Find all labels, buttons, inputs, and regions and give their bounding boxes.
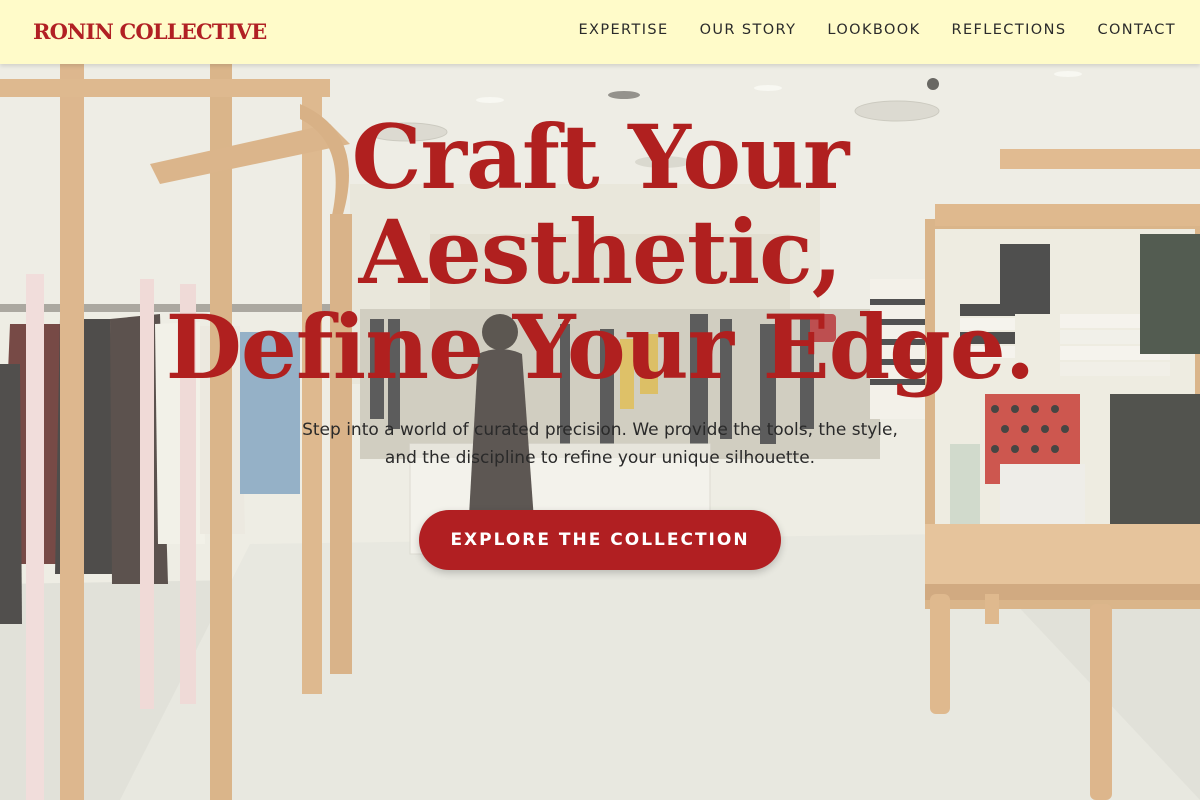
hero-headline: Craft Your Aesthetic, Define Your Edge.: [0, 110, 1200, 395]
nav-link-contact[interactable]: CONTACT: [1097, 22, 1176, 38]
nav-link-expertise[interactable]: EXPERTISE: [578, 22, 668, 38]
hero-subtitle: Step into a world of curated precision. …: [250, 416, 950, 472]
site-header: RONIN COLLECTIVE EXPERTISE OUR STORY LOO…: [0, 0, 1200, 64]
subtitle-line-2: and the discipline to refine your unique…: [384, 448, 816, 468]
nav-link-our-story[interactable]: OUR STORY: [700, 22, 797, 38]
headline-line-3: Define Your Edge.: [165, 295, 1036, 399]
main-nav: EXPERTISE OUR STORY LOOKBOOK REFLECTIONS…: [578, 22, 1176, 38]
subtitle-line-1: Step into a world of curated precision. …: [302, 420, 898, 440]
headline-line-1: Craft Your: [351, 105, 850, 209]
nav-link-lookbook[interactable]: LOOKBOOK: [827, 22, 920, 38]
nav-link-reflections[interactable]: REFLECTIONS: [951, 22, 1066, 38]
brand-logo[interactable]: RONIN COLLECTIVE: [33, 19, 267, 44]
explore-collection-button[interactable]: EXPLORE THE COLLECTION: [419, 510, 781, 570]
headline-line-2: Aesthetic,: [358, 200, 843, 304]
